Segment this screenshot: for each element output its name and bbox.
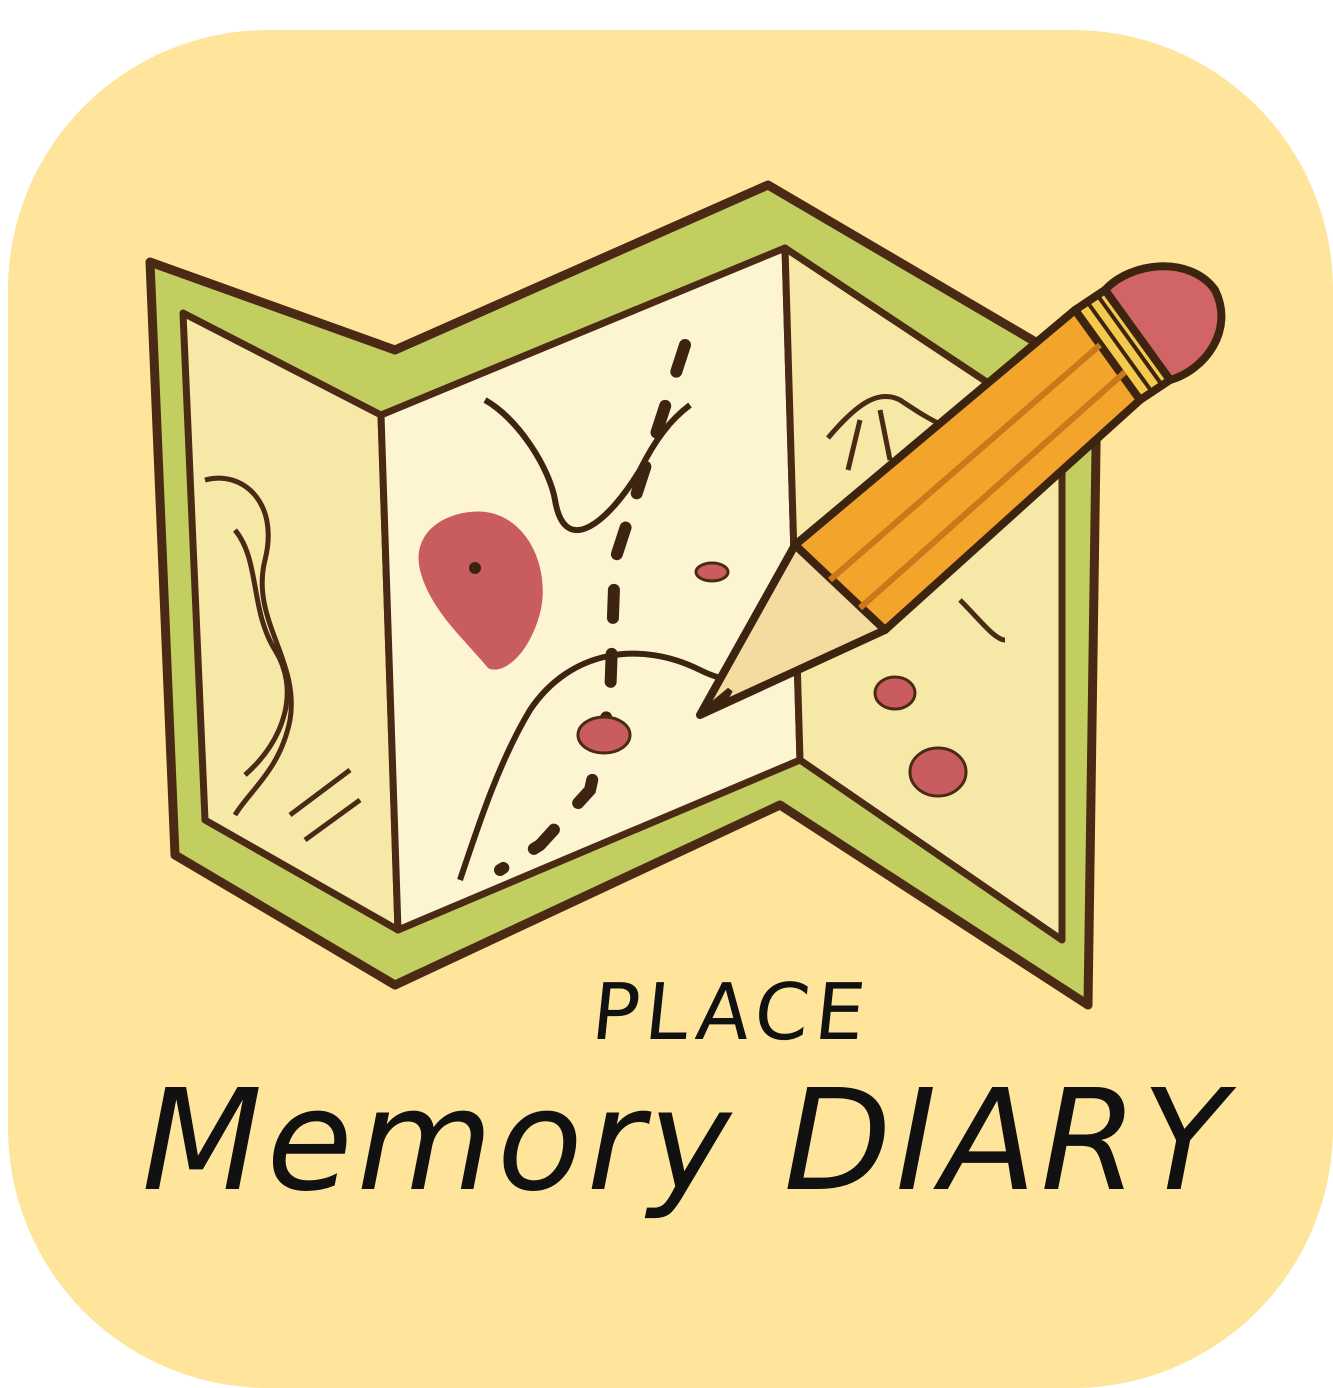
app-title-line-2: Memory DIARY bbox=[141, 1060, 1232, 1223]
app-title-line-1: PLACE bbox=[587, 968, 876, 1058]
